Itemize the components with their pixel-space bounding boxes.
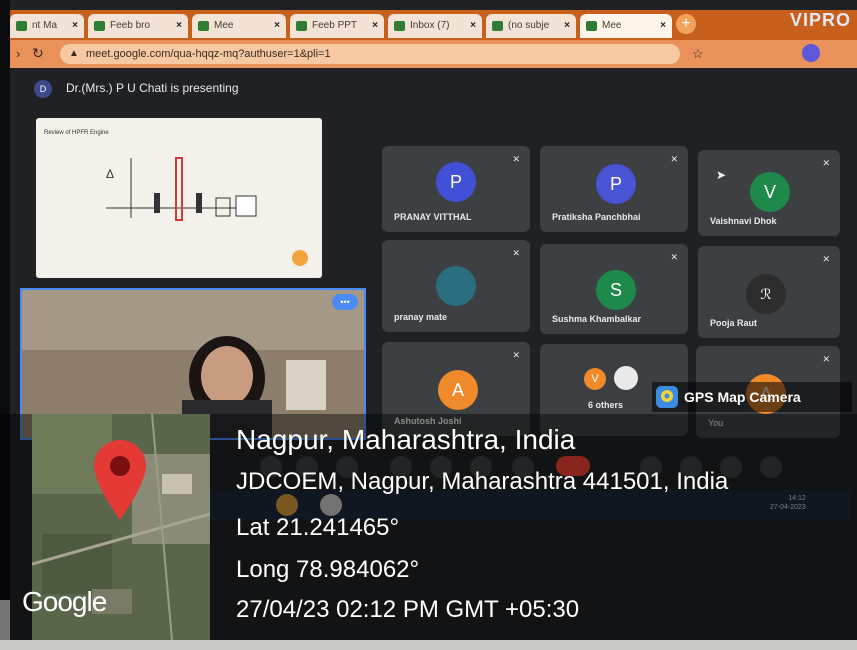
muted-mic-icon: ✕ — [822, 254, 830, 264]
close-tab-icon[interactable]: × — [660, 14, 666, 38]
participant-name: Pratiksha Panchbhai — [552, 212, 641, 222]
browser-tab[interactable]: Feeb PPT × — [290, 14, 384, 38]
tab-favicon-icon — [16, 21, 27, 31]
participant-avatar: S — [596, 270, 636, 310]
slide-pointer-dot — [292, 250, 308, 266]
participant-avatar: A — [438, 370, 478, 410]
tab-favicon-icon — [492, 21, 503, 31]
latitude-text: Lat 21.241465° — [236, 514, 400, 541]
participant-avatar: V — [750, 172, 790, 212]
participant-photo-avatar — [614, 366, 638, 390]
speaking-indicator-icon: ••• — [332, 294, 358, 310]
browser-tab[interactable]: Mee × — [192, 14, 286, 38]
close-tab-icon[interactable]: × — [372, 14, 378, 38]
participant-tile[interactable]: ✕ P Pratiksha Panchbhai — [540, 146, 688, 232]
tab-favicon-icon — [394, 21, 405, 31]
mouse-cursor-icon: ➤ — [716, 168, 727, 182]
browser-tab-active[interactable]: Mee × — [580, 14, 672, 38]
participant-tile[interactable]: ✕ ℛ Pooja Raut — [698, 246, 840, 338]
google-map-logo: Google — [22, 586, 107, 617]
tab-favicon-icon — [296, 21, 307, 31]
muted-mic-icon: ✕ — [822, 354, 830, 364]
participant-logo-avatar: ℛ — [746, 274, 786, 314]
slide-diagram: Δ — [106, 157, 257, 221]
background-brand-text: VIPRO — [790, 10, 852, 30]
muted-mic-icon: ✕ — [512, 248, 520, 258]
gps-camera-label: GPS Map Camera — [652, 382, 852, 412]
close-tab-icon[interactable]: × — [176, 14, 182, 38]
browser-tab-bar: nt Ma × Feeb bro × Mee × Feeb PPT × Inbox (7… — [10, 10, 857, 40]
new-tab-button[interactable]: + — [676, 14, 696, 34]
participant-name: pranay mate — [394, 312, 448, 322]
reload-icon[interactable]: ↻ — [32, 45, 44, 62]
url-input[interactable]: ▲ meet.google.com/qua-hqqz-mq?authuser=1… — [60, 44, 680, 64]
close-tab-icon[interactable]: × — [470, 14, 476, 38]
participant-tile[interactable]: ✕ P PRANAY VITTHAL — [382, 146, 530, 232]
close-tab-icon[interactable]: × — [72, 14, 78, 38]
muted-mic-icon: ✕ — [670, 154, 678, 164]
close-tab-icon[interactable]: × — [564, 14, 570, 38]
browser-tab[interactable]: nt Ma × — [10, 14, 84, 38]
participant-name: Vaishnavi Dhok — [710, 216, 777, 226]
slide-title: Review of HPFR Engine — [44, 130, 109, 136]
meet-favicon-icon — [198, 21, 209, 31]
browser-tab[interactable]: Inbox (7) × — [388, 14, 482, 38]
muted-mic-icon: ✕ — [512, 154, 520, 164]
map-pin-icon — [94, 440, 146, 520]
participant-photo-avatar — [436, 266, 476, 306]
longitude-text: Long 78.984062° — [236, 556, 420, 583]
svg-text:Δ: Δ — [106, 167, 114, 181]
map-pin-app-icon — [656, 386, 678, 408]
muted-mic-icon: ✕ — [822, 158, 830, 168]
participant-tile[interactable]: ✕ S Sushma Khambalkar — [540, 244, 688, 334]
participant-tile[interactable]: ✕ pranay mate — [382, 240, 530, 332]
participant-avatar: P — [436, 162, 476, 202]
participant-name: PRANAY VITTHAL — [394, 212, 472, 222]
presenter-banner: Dr.(Mrs.) P U Chati is presenting — [66, 81, 239, 95]
timestamp-text: 27/04/23 02:12 PM GMT +05:30 — [236, 596, 580, 623]
browser-tab[interactable]: (no subje × — [486, 14, 576, 38]
participant-name: Pooja Raut — [710, 318, 758, 328]
meet-favicon-icon — [586, 21, 597, 31]
location-address: JDCOEM, Nagpur, Maharashtra 441501, Indi… — [236, 468, 729, 495]
tab-favicon-icon — [94, 21, 105, 31]
close-tab-icon[interactable]: × — [274, 14, 280, 38]
extensions-icon[interactable]: ☆ — [692, 46, 704, 62]
profile-avatar[interactable] — [802, 44, 820, 62]
participant-name: Sushma Khambalkar — [552, 314, 642, 324]
forward-icon[interactable]: › — [16, 46, 20, 61]
lock-icon: ▲ — [69, 48, 79, 59]
participant-avatar: P — [596, 164, 636, 204]
muted-mic-icon: ✕ — [512, 350, 520, 360]
muted-mic-icon: ✕ — [670, 252, 678, 262]
participant-tile[interactable]: ✕ ➤ V Vaishnavi Dhok — [698, 150, 840, 236]
others-count: 6 others — [588, 400, 624, 410]
participant-avatar: V — [584, 368, 606, 390]
shared-slide: Review of HPFR Engine Δ — [36, 118, 322, 278]
location-city: Nagpur, Maharashtra, India — [236, 424, 576, 455]
browser-tab[interactable]: Feeb bro × — [88, 14, 188, 38]
